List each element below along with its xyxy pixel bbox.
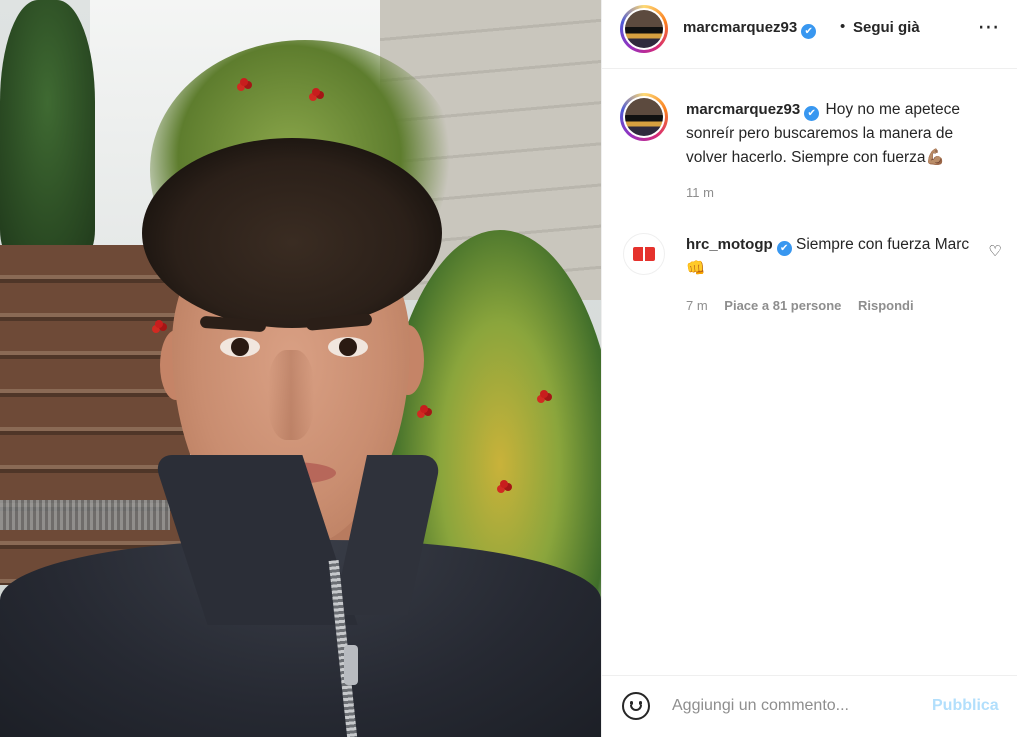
photo-zipper-pull — [344, 645, 358, 685]
photo-eye — [220, 337, 260, 357]
verified-icon: ✔ — [804, 106, 820, 121]
author-avatar[interactable] — [620, 5, 668, 53]
post-side-panel: marcmarquez93 ✔ • Segui già ⋯ marcmarquez… — [601, 0, 1017, 737]
photo-eye — [328, 337, 368, 357]
following-button[interactable]: Segui già — [853, 19, 920, 36]
comment-timestamp[interactable]: 7 m — [686, 298, 708, 313]
comment-composer: Pubblica — [602, 675, 1017, 738]
author-username[interactable]: marcmarquez93 ✔ — [683, 19, 817, 39]
publish-button[interactable]: Pubblica — [932, 697, 999, 715]
photo-berries — [420, 405, 428, 413]
reply-button[interactable]: Rispondi — [858, 298, 914, 313]
post-header: marcmarquez93 ✔ • Segui già ⋯ — [602, 0, 1017, 69]
caption-text-block: marcmarquez93 ✔ Hoy no me apetece sonreír… — [686, 98, 996, 170]
caption-timestamp[interactable]: 11 m — [686, 185, 714, 200]
photo-nose — [268, 350, 314, 440]
photo-tree — [0, 0, 95, 255]
photo-berries — [500, 480, 508, 488]
caption-author-username[interactable]: marcmarquez93 ✔ — [686, 101, 820, 121]
photo-berries — [312, 88, 320, 96]
photo-berries — [155, 320, 163, 328]
more-options-icon[interactable]: ⋯ — [974, 14, 1004, 44]
photo-hair — [142, 138, 442, 328]
photo-berries — [240, 78, 248, 86]
comment-text-block: hrc_motogp ✔ Siempre con fuerza Marc 👊 — [686, 233, 976, 281]
comment-meta: 7 m Piace a 81 persone Rispondi — [686, 298, 927, 313]
verified-icon: ✔ — [801, 24, 817, 39]
commenter-username[interactable]: hrc_motogp ✔ — [686, 236, 792, 256]
photo-berries — [540, 390, 548, 398]
author-avatar-image — [625, 10, 663, 48]
commenter-avatar[interactable] — [623, 233, 665, 275]
verified-icon: ✔ — [776, 241, 792, 256]
like-comment-heart-icon[interactable]: ♡ — [986, 243, 1004, 261]
photo-gravel — [0, 500, 170, 530]
caption-author-avatar-image — [625, 98, 663, 136]
caption-author-avatar[interactable] — [620, 93, 668, 141]
separator-dot: • — [840, 18, 846, 35]
photo-stairs — [0, 245, 190, 585]
comment-likes-count[interactable]: Piace a 81 persone — [724, 298, 841, 313]
honda-logo-icon — [633, 247, 655, 261]
emoji-icon[interactable] — [622, 692, 650, 720]
post-photo[interactable] — [0, 0, 601, 737]
comment-input[interactable] — [672, 693, 912, 719]
